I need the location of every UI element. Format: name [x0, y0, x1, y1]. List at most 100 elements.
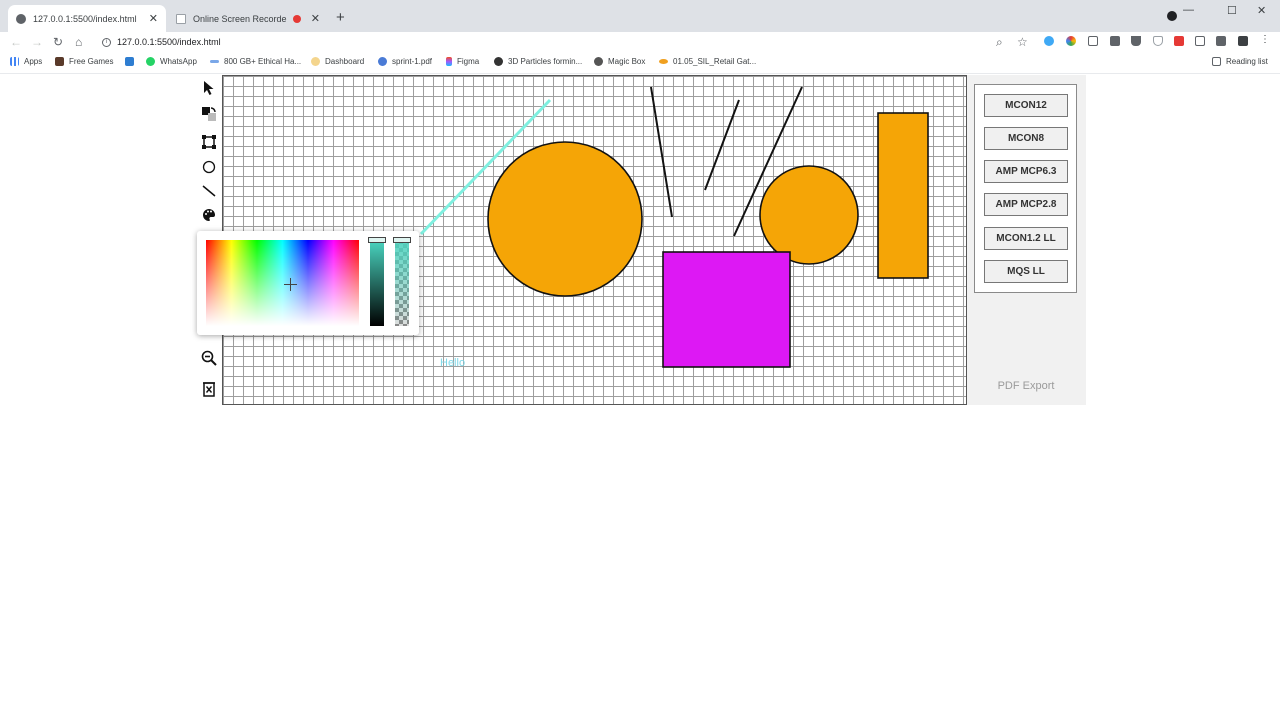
circle-tool-icon[interactable]: [201, 159, 217, 175]
recording-dot-icon: [292, 14, 301, 23]
globe-icon: [16, 13, 26, 24]
bookmark-unnamed[interactable]: [125, 57, 139, 66]
line-shape-2[interactable]: [704, 99, 740, 191]
bookmark-magic-box[interactable]: Magic Box: [594, 57, 645, 66]
reading-list-icon: [1212, 57, 1221, 66]
bookmark-sprint-pdf[interactable]: sprint-1.pdf: [378, 57, 432, 66]
shield-icon[interactable]: [1153, 36, 1163, 46]
camera-icon[interactable]: [1110, 36, 1120, 46]
tab-close-icon[interactable]: ✕: [149, 12, 158, 25]
bookmark-label: Magic Box: [608, 57, 646, 66]
bookmark-label: 800 GB+ Ethical Ha...: [224, 57, 302, 66]
bookmark-label: WhatsApp: [160, 57, 197, 66]
back-icon[interactable]: ←: [10, 35, 22, 49]
reading-list-button[interactable]: Reading list: [1212, 57, 1268, 66]
rectangle-tool-icon[interactable]: [201, 134, 217, 150]
bookmark-label: 3D Particles formin...: [508, 57, 583, 66]
opacity-gradient: [395, 240, 409, 326]
tab-title: 127.0.0.1:5500/index.html: [33, 13, 137, 24]
small-orange-circle-shape[interactable]: [759, 165, 859, 265]
url-text: 127.0.0.1:5500/index.html: [117, 37, 221, 47]
info-icon[interactable]: i: [102, 37, 111, 47]
reading-list-label: Reading list: [1226, 57, 1268, 66]
figma-icon: [446, 57, 452, 66]
bookmark-label: Figma: [457, 57, 480, 66]
color-picker-popup: [197, 231, 419, 335]
pointer-tool-icon[interactable]: [201, 80, 217, 96]
hello-text-shape[interactable]: Hello: [440, 357, 465, 369]
fill-tool-icon[interactable]: [201, 106, 217, 122]
extension-icon[interactable]: [1088, 36, 1098, 46]
opacity-slider-handle[interactable]: [393, 237, 411, 243]
mqs-ll-button[interactable]: MQS LL: [984, 260, 1068, 283]
bookmark-whatsapp[interactable]: WhatsApp: [146, 57, 197, 66]
tab-screen-recorder[interactable]: Online Screen Recorder ✕: [168, 5, 328, 32]
bookmarks-bar: Apps Free Games WhatsApp 800 GB+ Ethical…: [0, 52, 1280, 74]
zoom-out-tool-icon[interactable]: [201, 350, 217, 366]
shade-slider-handle[interactable]: [368, 237, 386, 243]
bookmark-label: Dashboard: [325, 57, 365, 66]
url-field[interactable]: i 127.0.0.1:5500/index.html: [96, 33, 1036, 51]
shade-slider[interactable]: [368, 237, 386, 326]
bookmark-figma[interactable]: Figma: [446, 57, 479, 66]
maximize-button[interactable]: ☐: [1227, 4, 1237, 17]
bookmark-free-games[interactable]: Free Games: [55, 57, 113, 66]
amp-mcp63-button[interactable]: AMP MCP6.3: [984, 160, 1068, 183]
document-icon: [176, 13, 186, 24]
extension-icon[interactable]: [1066, 36, 1076, 46]
magenta-rectangle-shape[interactable]: [662, 251, 791, 368]
bookmark-favicon-icon: [494, 57, 503, 66]
bookmark-favicon-icon: [311, 57, 320, 66]
reload-icon[interactable]: ↻: [53, 35, 63, 49]
download-icon[interactable]: [1131, 36, 1141, 46]
bookmark-3d-particles[interactable]: 3D Particles formin...: [494, 57, 582, 66]
bookmark-apps[interactable]: Apps: [10, 57, 42, 66]
tab-close-icon[interactable]: ✕: [311, 12, 320, 25]
forward-icon[interactable]: →: [31, 35, 43, 49]
line-tool-icon[interactable]: [201, 183, 217, 199]
mcon8-button[interactable]: MCON8: [984, 127, 1068, 150]
tab-strip: 127.0.0.1:5500/index.html ✕ Online Scree…: [0, 0, 1280, 32]
menu-icon[interactable]: ⋮: [1260, 34, 1270, 45]
bookmark-label: Free Games: [69, 57, 114, 66]
bookmark-favicon-icon: [125, 57, 134, 66]
bookmark-favicon-icon: [659, 59, 668, 64]
palette-tool-icon[interactable]: [201, 207, 217, 223]
line-shape-1[interactable]: [650, 86, 673, 218]
tab-search-icon[interactable]: [1167, 11, 1177, 21]
bookmark-label: sprint-1.pdf: [392, 57, 433, 66]
bookmark-label: Apps: [24, 57, 43, 66]
minimize-button[interactable]: —: [1183, 4, 1194, 16]
home-icon[interactable]: ⌂: [75, 35, 82, 49]
component-panel: MCON12 MCON8 AMP MCP6.3 AMP MCP2.8 MCON1…: [974, 84, 1077, 293]
new-tab-button[interactable]: +: [336, 9, 345, 26]
bookmark-retail-gat[interactable]: 01.05_SIL_Retail Gat...: [659, 57, 756, 66]
bookmark-favicon-icon: [378, 57, 387, 66]
tab-title: Online Screen Recorder: [193, 13, 287, 24]
apps-grid-icon: [10, 57, 19, 66]
close-window-button[interactable]: ✕: [1257, 4, 1266, 17]
extension-icon[interactable]: [1044, 36, 1054, 46]
large-orange-circle-shape[interactable]: [487, 141, 643, 297]
delete-tool-icon[interactable]: [201, 381, 217, 397]
puzzle-icon[interactable]: [1216, 36, 1226, 46]
bookmark-favicon-icon: [55, 57, 64, 66]
mcon12-button[interactable]: MCON12: [984, 94, 1068, 117]
amp-mcp28-button[interactable]: AMP MCP2.8: [984, 193, 1068, 216]
bookmark-favicon-icon: [594, 57, 603, 66]
screen-capture-icon[interactable]: [1195, 36, 1205, 46]
tab-index-html[interactable]: 127.0.0.1:5500/index.html ✕: [8, 5, 166, 32]
bookmark-ethical-hacking[interactable]: 800 GB+ Ethical Ha...: [210, 57, 301, 66]
profile-icon[interactable]: [1238, 36, 1248, 46]
orange-rectangle-shape[interactable]: [877, 112, 929, 279]
mcon12-ll-button[interactable]: MCON1.2 LL: [984, 227, 1068, 250]
extension-icon[interactable]: [1174, 36, 1184, 46]
bookmark-star-icon[interactable]: ☆: [1017, 35, 1028, 49]
opacity-slider[interactable]: [393, 237, 411, 326]
pdf-export-button[interactable]: PDF Export: [986, 380, 1066, 392]
zoom-icon[interactable]: ⌕: [996, 35, 1003, 50]
bookmark-dashboard[interactable]: Dashboard: [311, 57, 364, 66]
color-spectrum-area[interactable]: [206, 240, 359, 326]
bookmark-favicon-icon: [210, 60, 219, 63]
bookmark-label: 01.05_SIL_Retail Gat...: [673, 57, 757, 66]
